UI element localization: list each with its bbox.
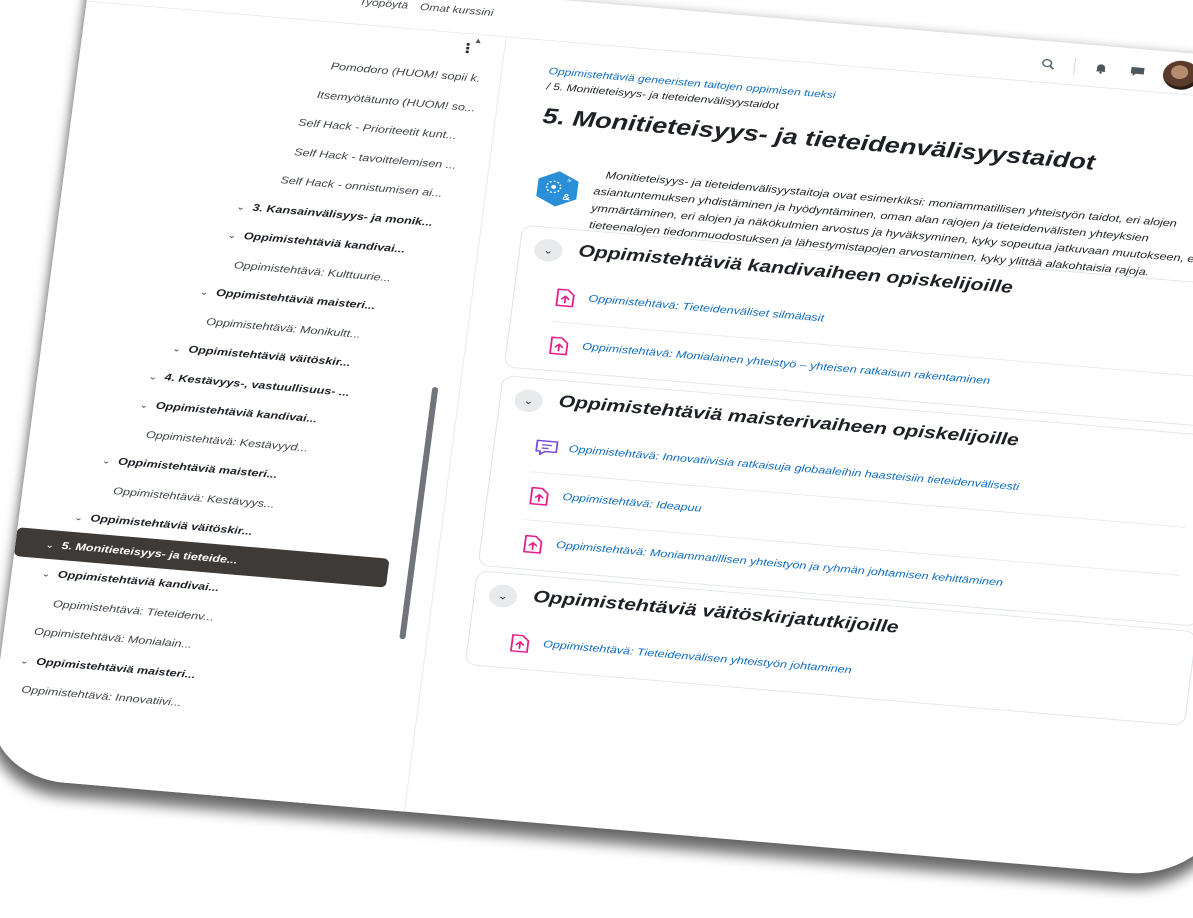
course-index-item-label: Oppimistehtävä: Monialain... <box>33 625 193 651</box>
course-index-item-label: Oppimistehtäviä kandivai... <box>243 230 406 256</box>
course-index-item-label: Oppimistehtäviä kandivai... <box>155 399 318 425</box>
user-avatar[interactable] <box>1161 59 1193 92</box>
course-index-item-label: Oppimistehtäviä maisteri... <box>35 655 197 681</box>
section-summary: & ✳ Monitieteisyys- ja tieteidenvälisyys… <box>536 161 1193 278</box>
course-index-item-label: Oppimistehtäviä maisteri... <box>117 455 279 481</box>
chevron-down-icon[interactable]: ⌄ <box>170 335 190 366</box>
course-index-drawer: ⋮ ▲ Pomodoro (HUOM! sopii k... Itsemyötät… <box>0 1 507 812</box>
course-index-item-label: Oppimistehtävä: Tieteidenv... <box>52 597 215 623</box>
course-index-item-label: Self Hack - Prioriteetit kunt... <box>297 116 458 142</box>
chevron-down-icon[interactable]: ⌄ <box>138 391 158 422</box>
course-index-item-label: Oppimistehtäviä kandivai... <box>57 568 220 594</box>
search-icon[interactable] <box>1037 55 1059 73</box>
activity-link[interactable]: Oppimistehtävä: Tieteidenväliset silmäla… <box>588 293 825 324</box>
nav-link-dashboard[interactable]: Työpöytä <box>359 0 409 11</box>
course-index-item-label: Oppimistehtäviä väitöskir... <box>89 512 254 538</box>
assignment-icon[interactable] <box>527 486 552 507</box>
activity-link[interactable]: Oppimistehtävä: Tieteidenvälisen yhteist… <box>542 638 852 675</box>
assignment-icon[interactable] <box>547 335 572 356</box>
activity-link[interactable]: Oppimistehtävä: Ideapuu <box>562 491 702 514</box>
chevron-down-icon[interactable]: ⌄ <box>44 531 64 562</box>
course-index-item-label: Pomodoro (HUOM! sopii k... <box>330 60 483 85</box>
svg-text:&: & <box>562 193 571 203</box>
course-index-item-label: Self Hack - onnistumisen ai... <box>279 174 444 200</box>
breadcrumb-separator: / <box>545 80 551 92</box>
course-index-item-label: Oppimistehtäviä maisteri... <box>215 286 377 312</box>
screenshot-stage: Työpöytä Omat kurssini ⋮ ▲ Pomodoro (HUO… <box>0 0 1193 918</box>
forum-icon[interactable] <box>533 438 559 459</box>
chevron-down-icon[interactable]: ⌄ <box>18 647 38 678</box>
assignment-icon[interactable] <box>521 534 546 555</box>
messages-icon[interactable] <box>1126 63 1148 81</box>
assignment-icon[interactable] <box>553 287 578 308</box>
course-index-item-label: Oppimistehtävä: Monikultt... <box>205 315 362 340</box>
collapse-chevron-icon[interactable]: ⌄ <box>487 583 519 609</box>
main-content: Oppimistehtäviä geneeristen taitojen opp… <box>425 39 1193 879</box>
assignment-icon[interactable] <box>508 633 533 654</box>
primary-navigation: Työpöytä Omat kurssini <box>359 0 494 18</box>
course-index-item-label: Oppimistehtävä: Kestävyyd... <box>145 428 309 454</box>
collapse-chevron-icon[interactable]: ⌄ <box>513 388 545 414</box>
interdisciplinary-hexagon-icon: & ✳ <box>531 168 584 210</box>
nav-link-my-courses[interactable]: Omat kurssini <box>419 1 494 18</box>
svg-text:✳: ✳ <box>566 178 573 185</box>
course-index-item-label: Oppimistehtävä: Kestävyys... <box>112 484 276 510</box>
course-index-item-label: Oppimistehtävä: Kulttuurie... <box>233 258 392 284</box>
course-index-item-label: Itsemyötätunto (HUOM! so... <box>316 88 477 114</box>
chevron-down-icon[interactable]: ⌄ <box>40 560 60 591</box>
collapse-chevron-icon[interactable]: ⌄ <box>532 237 564 263</box>
chevron-down-icon[interactable]: ⌄ <box>235 193 255 224</box>
chevron-down-icon[interactable]: ⌄ <box>147 363 167 394</box>
navbar-divider <box>1072 57 1077 76</box>
course-index-item-label: Oppimistehtäviä väitöskir... <box>187 343 352 369</box>
scroll-up-arrow-icon[interactable]: ▲ <box>473 36 483 45</box>
course-index-item-label: Self Hack - tavoittelemisen ... <box>293 145 457 171</box>
bell-icon[interactable] <box>1090 60 1112 78</box>
course-index-item-label: Oppimistehtävä: Innovatiivi... <box>20 683 183 709</box>
chevron-down-icon[interactable]: ⌄ <box>100 447 120 478</box>
course-index-list: Pomodoro (HUOM! sopii k... Itsemyötätunto… <box>0 30 483 736</box>
browser-page: Työpöytä Omat kurssini ⋮ ▲ Pomodoro (HUO… <box>0 0 1193 881</box>
chevron-down-icon[interactable]: ⌄ <box>226 222 246 253</box>
chevron-down-icon[interactable]: ⌄ <box>72 504 92 535</box>
chevron-down-icon[interactable]: ⌄ <box>198 278 218 309</box>
